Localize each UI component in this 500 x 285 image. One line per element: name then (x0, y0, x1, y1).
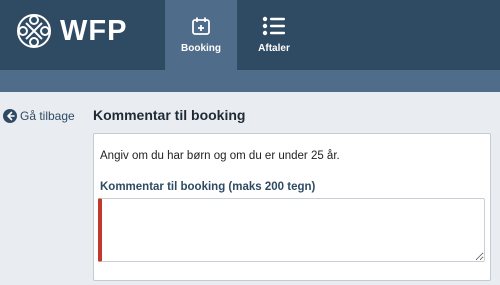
arrow-left-circle-icon (3, 109, 17, 123)
back-link-label: Gå tilbage (20, 109, 75, 123)
top-navbar: WFP Booking Aftaler (0, 0, 500, 70)
comment-card: Angiv om du har børn og om du er under 2… (93, 133, 491, 281)
wfp-logo[interactable]: WFP (14, 11, 127, 51)
info-text: Angiv om du har børn og om du er under 2… (100, 150, 340, 162)
logo-text: WFP (60, 14, 128, 47)
nav-tab-aftaler[interactable]: Aftaler (238, 0, 310, 70)
page-title: Kommentar til booking (93, 107, 246, 123)
comment-textarea[interactable] (98, 198, 485, 262)
wfp-emblem-icon (17, 14, 51, 48)
list-icon (262, 15, 286, 36)
back-link[interactable]: Gå tilbage (3, 109, 75, 123)
nav-label-aftaler: Aftaler (258, 43, 290, 54)
sub-header-bar (0, 70, 500, 92)
comment-textarea-wrapper (98, 198, 485, 262)
nav-tab-booking[interactable]: Booking (165, 0, 237, 70)
comment-field-label: Kommentar til booking (maks 200 tegn) (100, 181, 316, 193)
nav-label-booking: Booking (181, 43, 221, 54)
calendar-plus-icon (191, 15, 211, 36)
